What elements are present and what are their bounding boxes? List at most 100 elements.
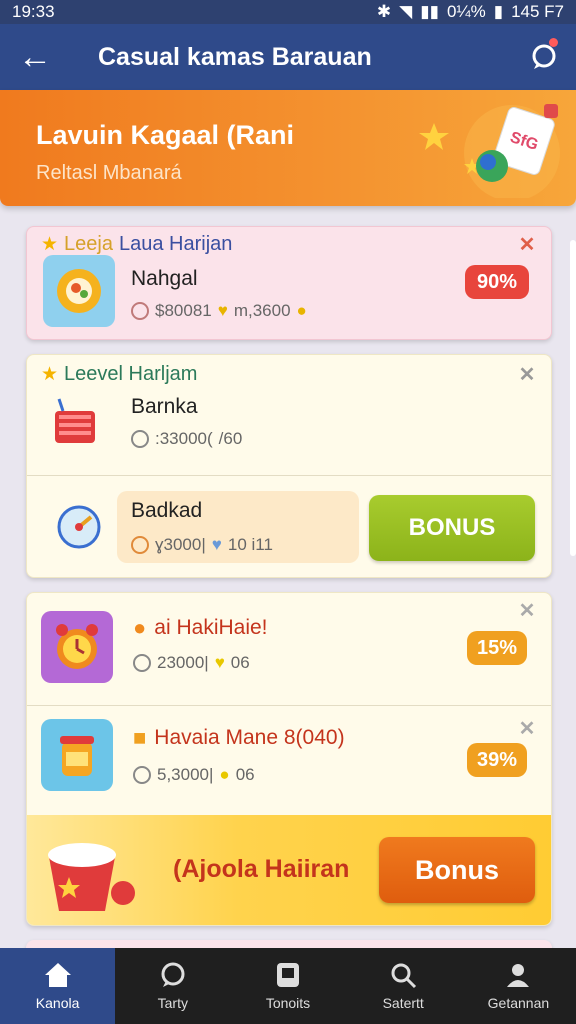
gift-box-art-icon: SfG [419,104,560,198]
bottom-nav: Kanola Tarty Tonoits Satertt Getannan [0,948,576,1024]
home-icon [44,963,71,987]
coin-icon [133,654,151,672]
app-bar: ← Casual kamas Barauan [0,24,576,90]
stat-value-b: /60 [218,429,243,448]
banner-subtitle: Reltasl Mbanará [36,162,182,184]
card-header: ★ Leevel Harljam [41,363,197,386]
item-name: Barnka [131,395,198,418]
nav-item-search[interactable]: Satertt [346,948,461,1024]
battery-icon: ▮ [493,2,504,21]
coin-icon [131,536,149,554]
banner-title: Lavuin Kagaal (Rani [36,120,295,150]
coin-icon [131,430,149,448]
battery-percent: 0¼% [446,2,486,21]
chat-icon [161,962,185,987]
item-name: Havaia Mane 8(040) [154,726,345,749]
close-icon[interactable]: ✕ [515,233,539,257]
bonus-button[interactable]: BONUS [369,495,535,561]
offer-card-list[interactable]: ✕ ● ai HakiHaie! 23000| ♥ 06 15% ✕ ■ Hav… [26,592,552,926]
status-time: 19:33 [12,2,55,21]
app-stats: $80081 ♥ m,3600 ● [131,301,307,321]
nav-label: Satertt [382,995,424,1011]
shopping-basket-icon [55,398,95,443]
item-name: ai HakiHaie! [154,616,268,639]
search-icon [391,963,417,989]
nav-label: Kanola [35,995,80,1011]
heart-icon: ♥ [217,301,228,320]
card-header-title: Leevel Harljam [64,363,198,385]
card-header: ★ Leeja Laua Harijan [41,233,232,256]
offer-card-level[interactable]: ★ Leevel Harljam ✕ Barnka :33000( /60 Ba… [26,354,552,578]
back-arrow-icon: ← [18,37,52,76]
nav-item-profile[interactable]: Getannan [461,948,576,1024]
gauge-icon [57,505,101,549]
coin-icon [133,766,151,784]
promo-strip: (Ajoola Haiiran Bonus [27,815,551,925]
nav-item-home[interactable]: Kanola [0,948,116,1024]
stat-value-a: 5,3000| [157,765,214,784]
nav-item-tablet[interactable]: Tonoits [230,948,345,1024]
stat-value-a: ɣ3000| [155,535,206,554]
signal-icon: ▮▮ [420,2,439,21]
wifi-icon: ◥ [399,2,413,21]
gold-coin-icon: ● [296,301,307,320]
app-name: Nahgal [131,267,198,290]
status-temp: 145 F7 [511,2,564,21]
percent-badge: 90% [465,265,529,299]
basketball-icon: ● [133,615,147,640]
popcorn-bucket-icon [48,843,135,911]
item-stats: :33000( /60 [131,429,242,449]
stat-value-b: 10 i11 [227,535,273,554]
item-title-row: ● ai HakiHaie! [133,615,268,641]
heart-icon: ♥ [211,535,222,554]
alarm-clock-icon [41,611,113,683]
percent-badge: 39% [467,743,527,777]
item-title-row: ■ Havaia Mane 8(040) [133,725,345,751]
item-stats: 5,3000| ● 06 [133,765,255,785]
card-header-title: Laua Harijan [118,233,233,255]
close-icon[interactable]: ✕ [515,363,539,387]
coin-icon [131,302,149,320]
food-bowl-icon [43,255,115,327]
scrollbar[interactable] [570,240,576,556]
item-stats: ɣ3000| ♥ 10 i11 [131,535,273,555]
star-icon: ★ [41,364,59,385]
back-button[interactable]: ← [0,24,70,90]
status-bar: 19:33 ✱ ◥ ▮▮ 0¼% ▮ 145 F7 [0,0,576,24]
card-header-tag: Leeja [64,233,113,255]
bluetooth-icon: ✱ [376,2,392,21]
close-icon[interactable]: ✕ [515,599,539,623]
promo-text: (Ajoola Haiiran [173,855,350,883]
stat-value-a: :33000( [155,429,213,448]
close-icon[interactable]: ✕ [515,717,539,741]
bonus-button[interactable]: Bonus [379,837,535,903]
heart-icon: ♥ [214,653,225,672]
stat-value-b: m,3600 [233,301,291,320]
percent-badge: 15% [467,631,527,665]
divider [27,475,551,476]
chat-icon [532,44,556,69]
tablet-icon [277,963,299,987]
star-icon: ★ [41,234,59,255]
status-icons: ✱ ◥ ▮▮ 0¼% ▮ 145 F7 [377,2,564,22]
stat-value-b: 06 [230,653,250,672]
nav-label: Tarty [157,995,188,1011]
item-stats: 23000| ♥ 06 [133,653,250,673]
profile-icon [507,964,530,987]
divider [27,705,551,706]
stat-value-a: 23000| [157,653,209,672]
stat-value-b: 06 [235,765,255,784]
offer-card-pink[interactable]: ★ Leeja Laua Harijan ✕ Nahgal $80081 ♥ m… [26,226,552,340]
chat-button[interactable] [512,24,576,90]
item-name: Badkad [131,499,203,522]
stat-value-a: $80081 [155,301,212,320]
notification-dot [549,38,558,47]
gold-coin-icon: ● [219,765,230,784]
promo-banner[interactable]: Lavuin Kagaal (Rani Reltasl Mbanará SfG [0,90,576,206]
box-icon: ■ [133,725,147,750]
page-title: Casual kamas Barauan [98,42,372,71]
nav-label: Getannan [487,995,550,1011]
nav-item-chat[interactable]: Tarty [115,948,230,1024]
nav-label: Tonoits [265,995,311,1011]
honey-jar-icon [41,719,113,791]
